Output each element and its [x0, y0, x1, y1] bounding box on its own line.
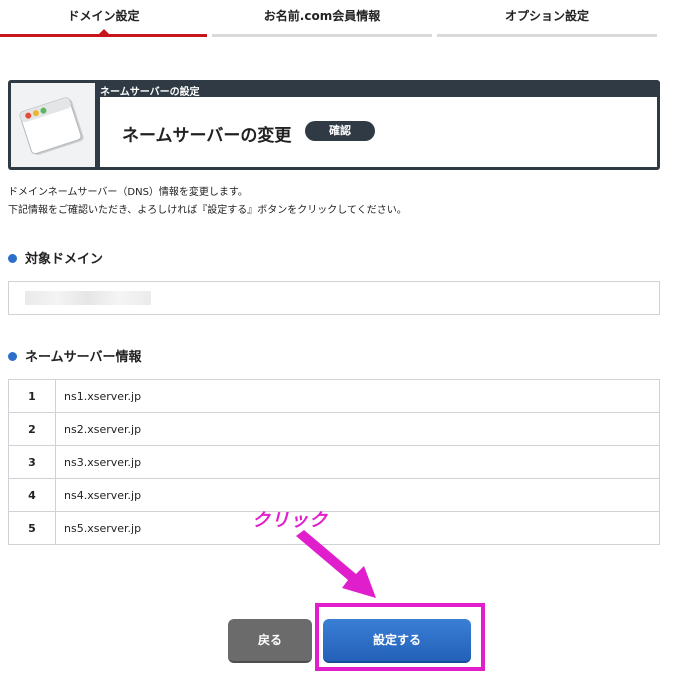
- table-row: 1 ns1.xserver.jp: [8, 379, 660, 413]
- annotation-arrow-icon: [296, 530, 376, 598]
- back-button[interactable]: 戻る: [228, 619, 312, 663]
- table-row: 3 ns3.xserver.jp: [8, 445, 660, 479]
- nameserver-value: ns3.xserver.jp: [55, 445, 660, 479]
- domain-section-title: 対象ドメイン: [8, 248, 103, 267]
- panel-subtitle: ネームサーバーの設定: [100, 87, 200, 98]
- nameserver-table: 1 ns1.xserver.jp 2 ns2.xserver.jp 3 ns3.…: [8, 379, 660, 545]
- tab-underline: [212, 34, 432, 37]
- click-annotation-label: クリック: [252, 510, 328, 531]
- nameserver-value: ns4.xserver.jp: [55, 478, 660, 512]
- nameserver-value: ns1.xserver.jp: [55, 379, 660, 413]
- table-row: 4 ns4.xserver.jp: [8, 478, 660, 512]
- table-row: 2 ns2.xserver.jp: [8, 412, 660, 446]
- tab-label: オプション設定: [504, 9, 589, 23]
- tab-underline: [437, 34, 657, 37]
- ns-section-label: ネームサーバー情報: [25, 350, 142, 365]
- tab-underline: [0, 34, 207, 37]
- tab-label: ドメイン設定: [67, 9, 140, 23]
- description-line-1: ドメインネームサーバー（DNS）情報を変更します。: [8, 187, 248, 198]
- row-number: 4: [8, 478, 56, 512]
- bullet-dot-icon: [8, 254, 17, 263]
- tab-label: お名前.com会員情報: [263, 9, 381, 23]
- row-number: 1: [8, 379, 56, 413]
- tab-member-info[interactable]: お名前.com会員情報: [212, 0, 432, 37]
- row-number: 2: [8, 412, 56, 446]
- page-title: ネームサーバーの変更: [122, 126, 292, 146]
- nameserver-value: ns2.xserver.jp: [55, 412, 660, 446]
- description: ドメインネームサーバー（DNS）情報を変更します。 下記情報をご確認いただき、よ…: [8, 184, 407, 220]
- tab-bar: ドメイン設定 お名前.com会員情報 オプション設定: [0, 0, 682, 40]
- window-icon: [11, 83, 95, 167]
- tab-domain-settings[interactable]: ドメイン設定: [0, 0, 207, 37]
- row-number: 3: [8, 445, 56, 479]
- status-badge: 確認: [305, 121, 375, 141]
- domain-section-label: 対象ドメイン: [25, 252, 104, 267]
- ns-section-title: ネームサーバー情報: [8, 346, 141, 365]
- row-number: 5: [8, 511, 56, 545]
- bullet-dot-icon: [8, 352, 17, 361]
- tab-option-settings[interactable]: オプション設定: [437, 0, 657, 37]
- target-domain-field: [8, 281, 660, 315]
- description-line-2: 下記情報をご確認いただき、よろしければ『設定する』ボタンをクリックしてください。: [8, 205, 407, 216]
- annotation-highlight-box: [315, 603, 485, 671]
- panel-main-area: ネームサーバーの変更 確認: [100, 97, 657, 167]
- page-header-panel: ネームサーバーの設定 ネームサーバーの変更 確認: [8, 80, 660, 170]
- redacted-domain: [25, 291, 151, 305]
